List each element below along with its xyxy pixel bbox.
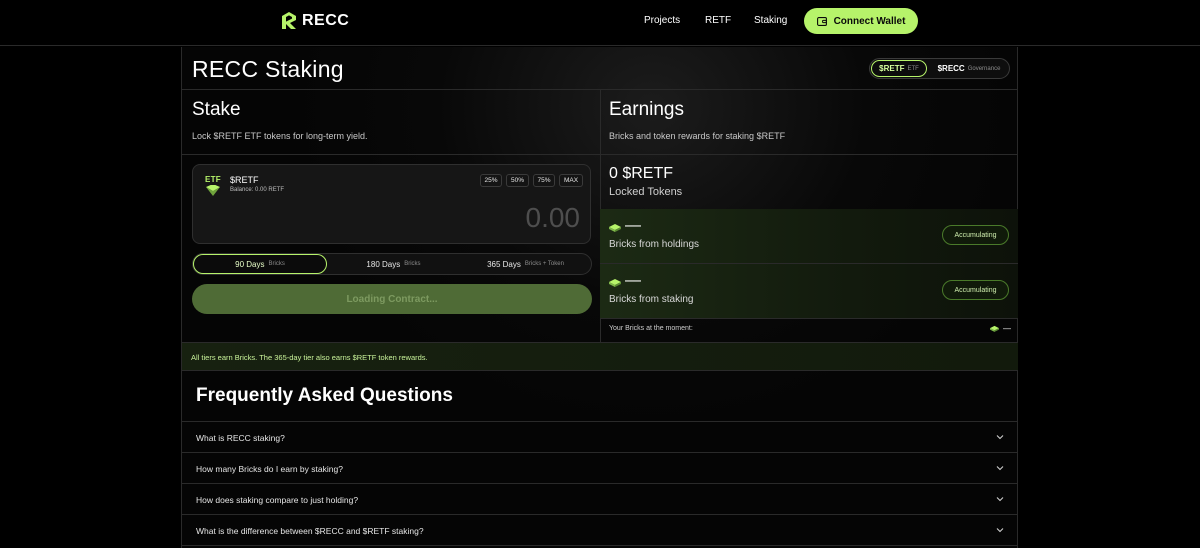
faq-question: How does staking compare to just holding…	[196, 495, 359, 505]
duration-180-sub: Bricks	[404, 261, 421, 267]
status-badge: Accumulating	[942, 225, 1009, 245]
divider	[182, 154, 1018, 155]
brand-logo[interactable]: RECC	[281, 12, 349, 30]
holdings-bricks-value: —	[625, 217, 641, 234]
duration-selector: 90 Days Bricks 180 Days Bricks 365 Days …	[192, 253, 592, 275]
duration-365-label: 365 Days	[487, 259, 521, 269]
rewards-notice-text: All tiers earn Bricks. The 365-day tier …	[191, 353, 428, 362]
faq-question: How many Bricks do I earn by staking?	[196, 464, 343, 474]
faq-title: Frequently Asked Questions	[196, 385, 453, 406]
etf-token-icon: ETF	[203, 175, 223, 197]
stake-title: Stake	[192, 99, 241, 120]
percent-max-button[interactable]: MAX	[559, 174, 583, 187]
percent-50-button[interactable]: 50%	[506, 174, 529, 187]
current-bricks-value: —	[990, 324, 1011, 333]
percent-25-button[interactable]: 25%	[480, 174, 502, 187]
toggle-retf-sub: ETF	[907, 65, 919, 72]
toggle-recc-label: $RECC	[937, 64, 965, 73]
brick-icon	[990, 325, 999, 332]
status-badge: Accumulating	[942, 280, 1009, 300]
chevron-down-icon	[996, 466, 1004, 471]
token-toggle: $RETF ETF $RECC Governance	[869, 58, 1010, 79]
brick-icon	[609, 224, 621, 232]
locked-tokens-value: 0 $RETF	[609, 165, 674, 182]
toggle-retf-label: $RETF	[879, 64, 905, 73]
faq-item[interactable]: How many Bricks do I earn by staking?	[182, 452, 1018, 483]
nav-link-projects[interactable]: Projects	[644, 15, 680, 26]
chevron-down-icon	[996, 435, 1004, 440]
earnings-title: Earnings	[609, 99, 684, 120]
percent-75-button[interactable]: 75%	[533, 174, 555, 187]
recc-logo-icon	[282, 12, 296, 29]
faq-item[interactable]: What is RECC staking?	[182, 421, 1018, 452]
staking-bricks-value: —	[625, 272, 641, 289]
earn-row-staking: — Bricks from staking Accumulating	[600, 264, 1018, 318]
connect-wallet-label: Connect Wallet	[833, 15, 906, 27]
faq-item[interactable]: How does staking compare to just holding…	[182, 483, 1018, 514]
brand-name: RECC	[302, 12, 350, 29]
current-bricks-label: Your Bricks at the moment:	[609, 325, 693, 332]
stake-subtitle: Lock $RETF ETF tokens for long-term yiel…	[192, 131, 368, 141]
earn-row-holdings: — Bricks from holdings Accumulating	[600, 209, 1018, 263]
chevron-down-icon	[996, 528, 1004, 533]
token-balance: Balance: 0.00 RETF	[230, 187, 285, 193]
duration-365-sub: Bricks + Token	[524, 261, 564, 267]
top-nav: RECC Projects RETF Staking Connect Walle…	[0, 0, 1200, 46]
duration-90-sub: Bricks	[268, 261, 285, 267]
token-name: $RETF	[230, 175, 259, 185]
chevron-down-icon	[996, 497, 1004, 502]
connect-wallet-button[interactable]: Connect Wallet	[804, 8, 918, 34]
duration-90-days[interactable]: 90 Days Bricks	[193, 254, 327, 274]
duration-365-days[interactable]: 365 Days Bricks + Token	[460, 254, 591, 274]
divider	[182, 545, 1018, 546]
rewards-notice: All tiers earn Bricks. The 365-day tier …	[182, 342, 1018, 371]
wallet-icon	[816, 16, 827, 26]
nav-link-staking[interactable]: Staking	[754, 15, 787, 26]
toggle-recc-sub: Governance	[967, 65, 1001, 72]
stake-action-button[interactable]: Loading Contract...	[192, 284, 592, 314]
page: RECC Projects RETF Staking Connect Walle…	[0, 0, 1200, 548]
current-bricks-amount: —	[1003, 324, 1011, 333]
etf-stack-icon	[206, 185, 220, 196]
stake-amount-input[interactable]	[400, 202, 580, 234]
toggle-recc[interactable]: $RECC Governance	[930, 60, 1008, 77]
page-title: RECC Staking	[192, 56, 344, 82]
faq-item[interactable]: What is the difference between $RECC and…	[182, 514, 1018, 545]
faq-question: What is the difference between $RECC and…	[196, 526, 424, 536]
duration-90-label: 90 Days	[235, 259, 265, 269]
divider	[600, 318, 1018, 319]
nav-link-retf[interactable]: RETF	[705, 15, 731, 26]
earnings-subtitle: Bricks and token rewards for staking $RE…	[609, 131, 786, 141]
faq-question: What is RECC staking?	[196, 433, 285, 443]
locked-tokens-label: Locked Tokens	[609, 186, 683, 198]
etf-icon-text: ETF	[204, 175, 221, 184]
staking-main: RECC Staking $RETF ETF $RECC Governance …	[181, 47, 1018, 548]
stake-input-card: ETF $RETF Balance: 0.00 RETF 25% 50% 75%…	[192, 164, 591, 244]
toggle-retf[interactable]: $RETF ETF	[871, 60, 927, 77]
holdings-bricks-label: Bricks from holdings	[609, 239, 700, 250]
brick-icon	[609, 279, 621, 287]
duration-180-days[interactable]: 180 Days Bricks	[327, 254, 460, 274]
staking-bricks-label: Bricks from staking	[609, 294, 694, 305]
duration-180-label: 180 Days	[366, 259, 401, 269]
